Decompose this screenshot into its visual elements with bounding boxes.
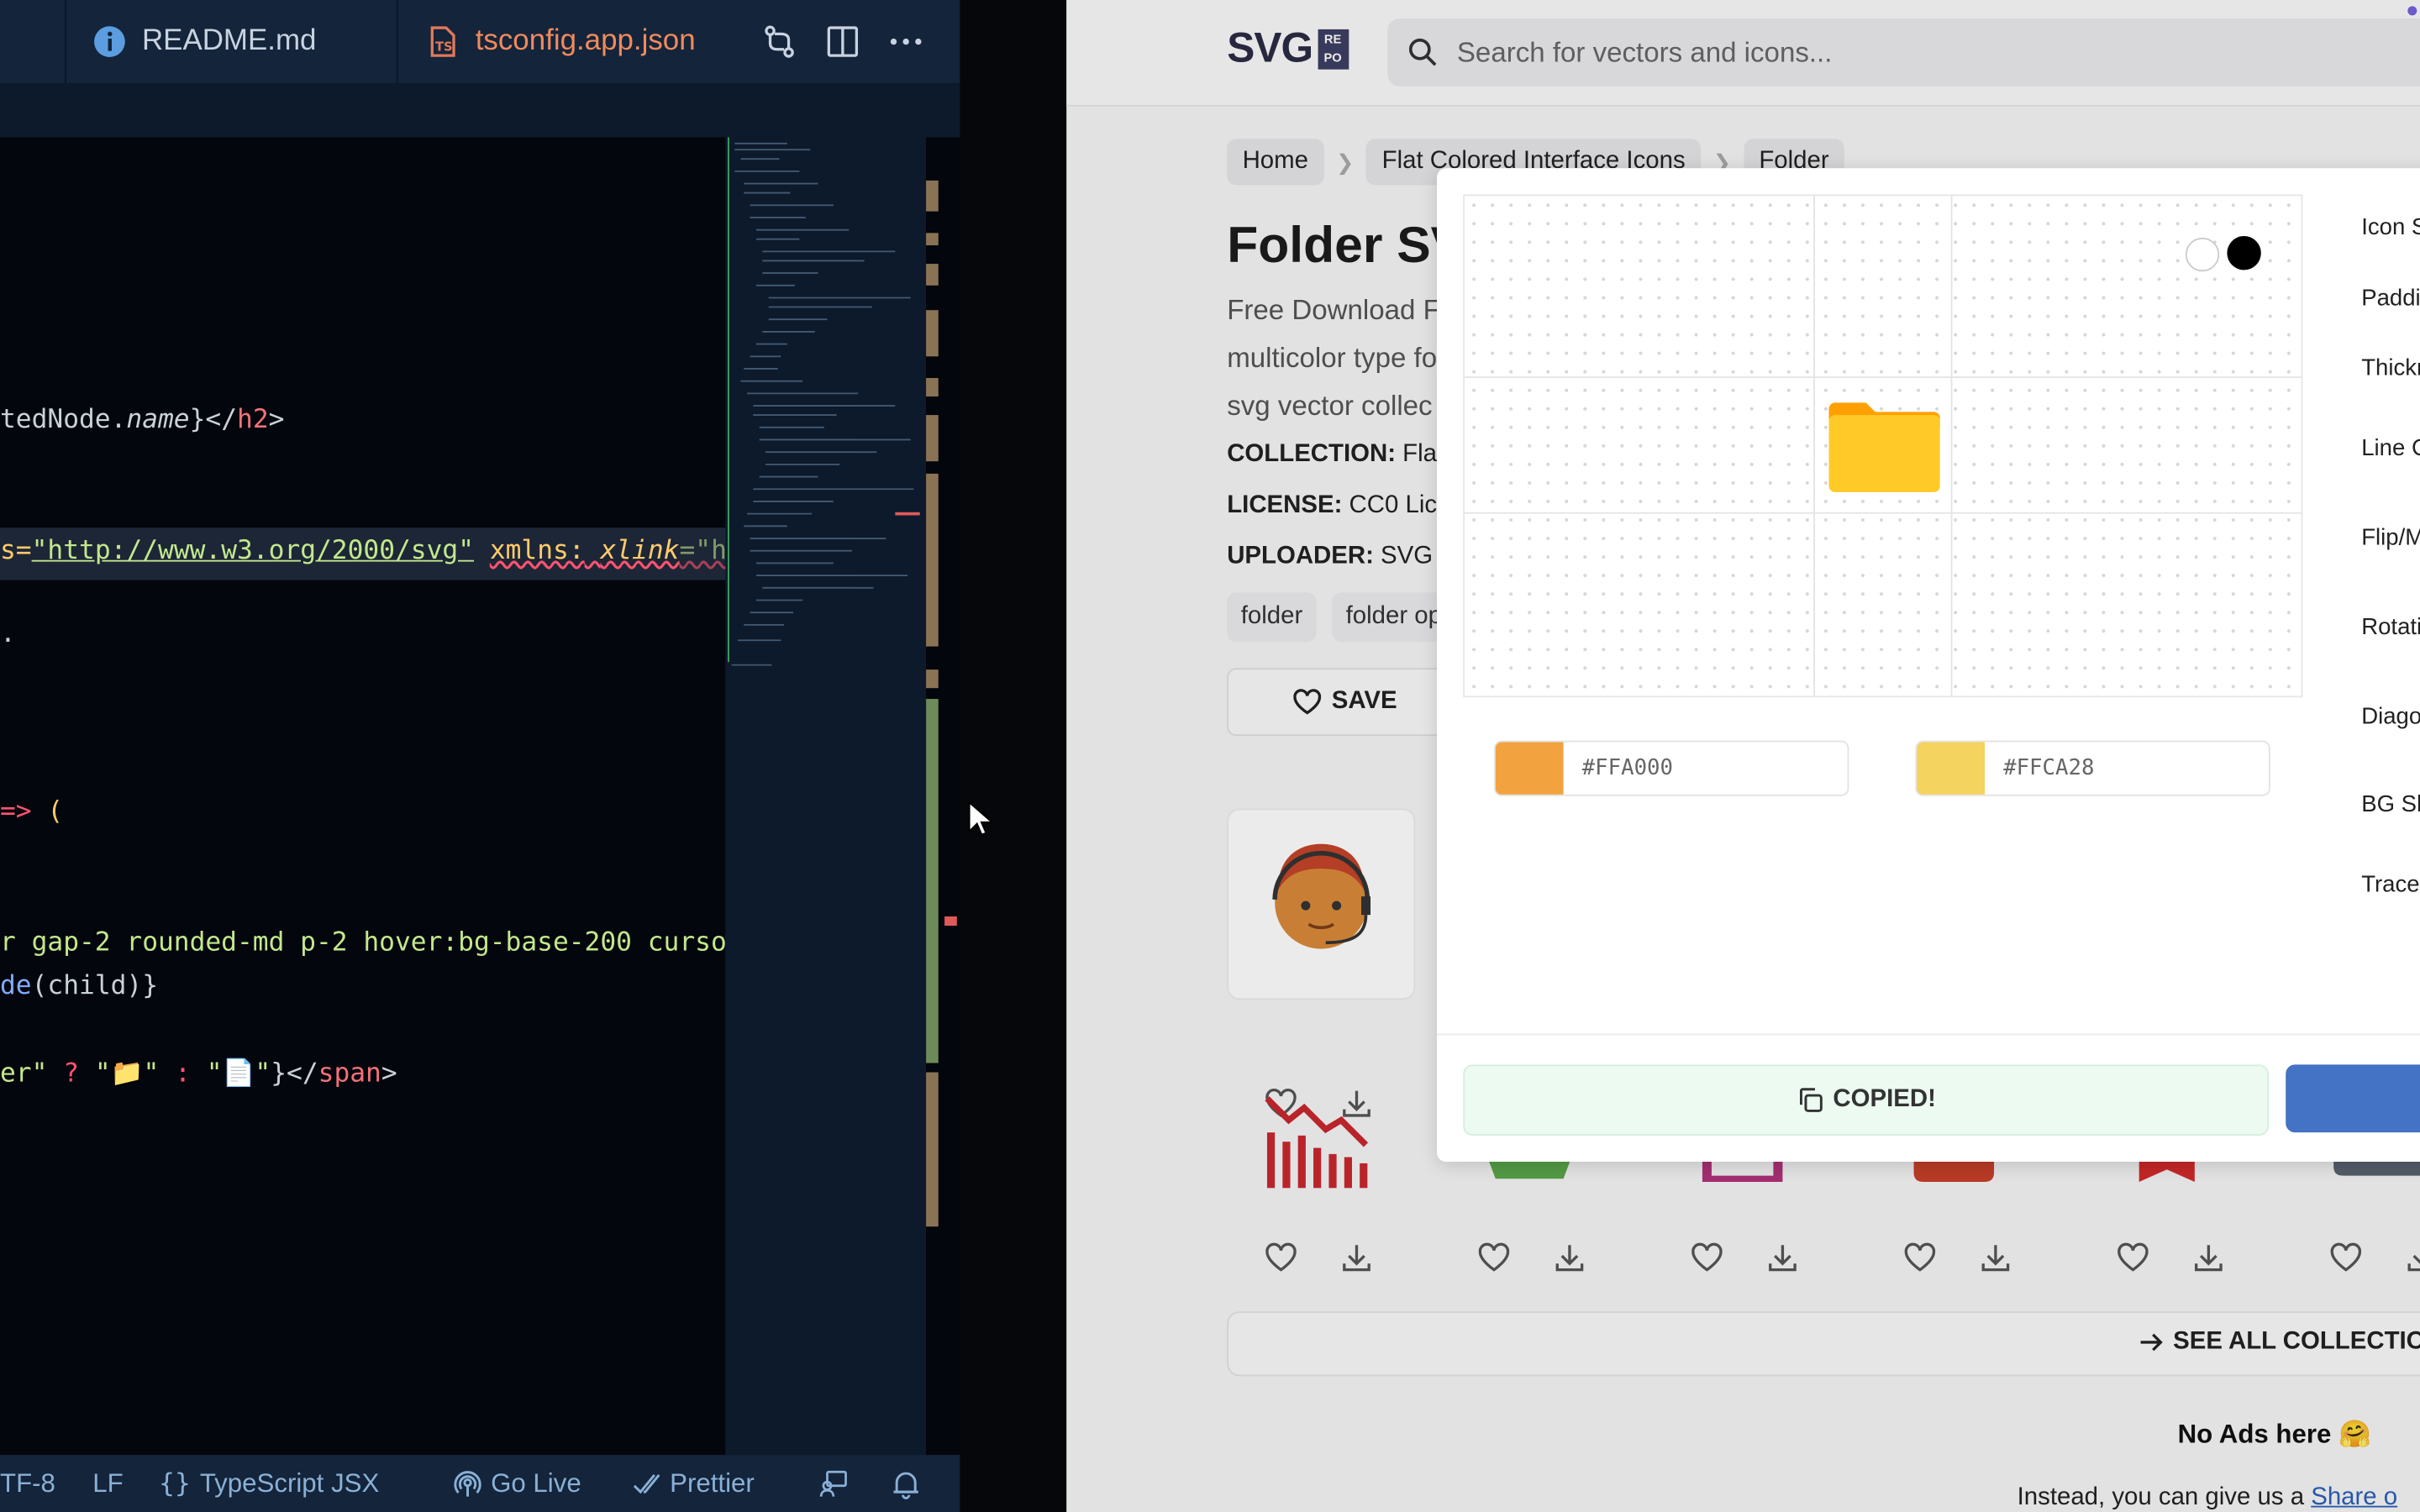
tab-separator — [397, 0, 398, 84]
hex-input[interactable] — [1578, 754, 1833, 783]
color-input-1[interactable] — [1493, 740, 1849, 796]
typescript-file-icon: TS — [426, 24, 460, 58]
grid-line — [1465, 512, 2302, 514]
code-line: => ( — [0, 795, 64, 827]
code-line: s="http://www.w3.org/2000/svg" xmlns: xl… — [0, 535, 837, 567]
tab-tsconfig[interactable]: TS tsconfig.app.json — [426, 0, 696, 83]
status-go-live[interactable]: Go Live — [454, 1455, 581, 1512]
source-control-icon[interactable] — [747, 24, 810, 60]
option-line-color-label: Line C — [2361, 434, 2420, 462]
more-icon[interactable] — [874, 24, 937, 60]
feedback-icon[interactable] — [818, 1455, 849, 1512]
code-editor[interactable]: tedNode.name}</h2> s="http://www.w3.org/… — [0, 137, 927, 1456]
download-svg-button[interactable] — [2286, 1064, 2420, 1133]
code-line: . — [0, 618, 16, 650]
white-background-toggle[interactable] — [2185, 237, 2220, 272]
tab-label: tsconfig.app.json — [475, 24, 696, 57]
grid-line — [1465, 376, 2302, 379]
option-bg-shape-label: BG Sh — [2361, 791, 2420, 818]
info-icon — [92, 24, 126, 58]
editor-scrollbar[interactable] — [926, 137, 960, 1456]
option-rotation-label: Rotati — [2361, 614, 2420, 641]
option-diagonal-label: Diago — [2361, 703, 2420, 730]
hex-input[interactable] — [2000, 754, 2254, 783]
broadcast-icon — [454, 1469, 481, 1497]
split-editor-icon[interactable] — [810, 24, 873, 60]
braces-icon: {} — [159, 1467, 191, 1499]
status-language[interactable]: {} TypeScript JSX — [159, 1455, 379, 1512]
folder-icon-preview — [1828, 402, 1940, 492]
folder-front — [1828, 415, 1940, 492]
vscode-window: README.md TS tsconfig.app.json tedNode.n… — [0, 0, 960, 1512]
minimap[interactable] — [725, 137, 927, 1456]
modal-divider — [1437, 1033, 2420, 1036]
option-thickness-label: Thickn — [2361, 354, 2420, 381]
code-line: tedNode.name}</h2> — [0, 404, 285, 435]
grid-line — [1813, 196, 1816, 696]
status-dot — [2407, 6, 2417, 16]
code-line: er" ? "📁" : "📄"}</span> — [0, 1058, 397, 1089]
status-bar: TF-8 LF {} TypeScript JSX Go Live Pretti… — [0, 1455, 960, 1512]
tab-readme[interactable]: README.md — [92, 0, 316, 83]
color-swatch[interactable] — [1917, 742, 1986, 795]
option-flip-label: Flip/M — [2361, 524, 2420, 551]
tab-label: README.md — [141, 24, 317, 57]
editor-tab-bar: README.md TS tsconfig.app.json — [0, 0, 960, 84]
option-trace-label: Trace — [2361, 871, 2420, 898]
option-padding-label: Paddi — [2361, 285, 2420, 312]
grid-line — [1950, 196, 1953, 696]
double-check-icon — [633, 1469, 660, 1497]
tab-separator — [65, 0, 66, 84]
black-background-toggle[interactable] — [2227, 236, 2261, 270]
icon-editor-modal: Icon S Paddi Thickn Line C Flip/M Rotati… — [1437, 168, 2420, 1163]
color-swatch[interactable] — [1495, 742, 1564, 795]
browser-page: SVG REPO Home ❯ Flat Colored Interface I… — [1066, 0, 2420, 1512]
option-icon-size-label: Icon S — [2361, 214, 2420, 241]
color-input-2[interactable] — [1915, 740, 2270, 796]
copy-icon — [1796, 1086, 1823, 1114]
window-gap — [960, 0, 1067, 1512]
editor-breadcrumb-bar — [0, 83, 960, 138]
editor-actions — [747, 0, 937, 83]
status-eol[interactable]: LF — [92, 1455, 123, 1512]
bell-icon[interactable] — [891, 1455, 922, 1512]
copy-svg-button[interactable]: COPIED! — [1463, 1064, 2270, 1136]
code-line: de(child)} — [0, 970, 159, 1002]
mouse-cursor-icon — [968, 801, 993, 837]
icon-preview-canvas — [1463, 194, 2303, 698]
svg-text:TS: TS — [435, 40, 453, 55]
status-encoding[interactable]: TF-8 — [0, 1455, 55, 1512]
status-prettier[interactable]: Prettier — [633, 1455, 755, 1512]
